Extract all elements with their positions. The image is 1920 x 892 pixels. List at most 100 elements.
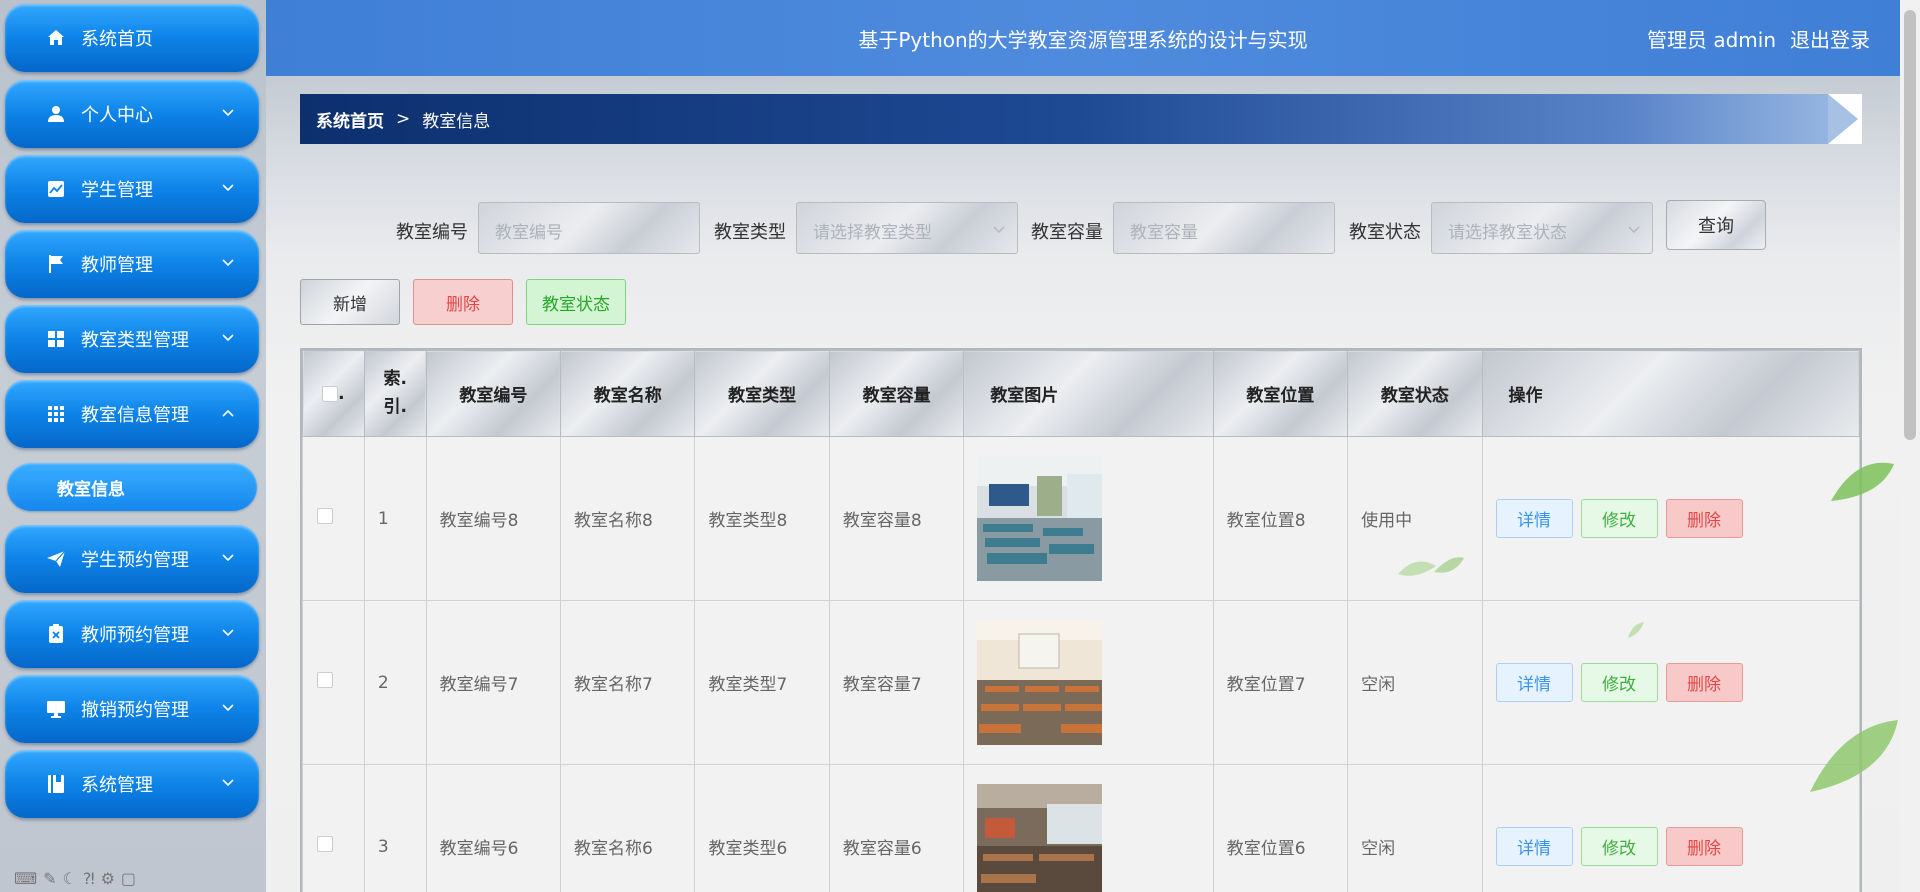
- detail-button[interactable]: 详情: [1495, 827, 1573, 866]
- edit-button[interactable]: 修改: [1580, 499, 1658, 538]
- chevron-down-icon: [222, 259, 234, 267]
- classroom-photo[interactable]: [977, 784, 1103, 892]
- sidebar-item-student-booking[interactable]: 学生预约管理: [5, 525, 259, 593]
- table-row: 1 教室编号8 教室名称8 教室类型8 教室容量8 教室位置8 使用中 详情 修…: [302, 436, 1860, 601]
- scrollbar-thumb[interactable]: [1904, 10, 1916, 440]
- user-icon: [45, 103, 67, 125]
- page-scrollbar[interactable]: [1900, 0, 1920, 892]
- sidebar-item-profile[interactable]: 个人中心: [5, 80, 259, 148]
- sidebar-subitem-room-info[interactable]: 教室信息: [7, 463, 257, 511]
- sidebar-item-room-info[interactable]: 教室信息管理: [5, 380, 259, 448]
- sidebar-item-label: 学生管理: [81, 180, 153, 201]
- moon-icon[interactable]: ☾: [63, 869, 77, 888]
- settings-icon[interactable]: ⚙: [101, 869, 115, 888]
- capacity-cell: 教室容量8: [828, 436, 965, 601]
- row-checkbox[interactable]: [317, 672, 333, 688]
- sidebar-item-cancel-booking[interactable]: 撤销预约管理: [5, 675, 259, 743]
- monitor-icon: [45, 698, 67, 720]
- room-capacity-input[interactable]: 教室容量: [1113, 202, 1335, 254]
- sidebar-item-system[interactable]: 系统管理: [5, 750, 259, 818]
- index-cell: 2: [363, 600, 427, 765]
- sidebar-item-room-types[interactable]: 教室类型管理: [5, 305, 259, 373]
- sidebar-item-label: 系统首页: [81, 29, 153, 50]
- column-header: 教室类型: [694, 350, 830, 437]
- edit-button[interactable]: 修改: [1580, 827, 1658, 866]
- punctuation-icon[interactable]: ⁈: [83, 869, 95, 888]
- query-button[interactable]: 查询: [1666, 200, 1766, 250]
- sidebar-item-label: 教室类型管理: [81, 330, 189, 351]
- room-status-select[interactable]: 请选择教室状态: [1431, 202, 1653, 254]
- room-type-select[interactable]: 请选择教室类型: [796, 202, 1018, 254]
- index-cell: 3: [363, 764, 427, 892]
- code-cell: 教室编号7: [425, 600, 562, 765]
- row-checkbox[interactable]: [317, 508, 333, 524]
- book-icon: [45, 773, 67, 795]
- chevron-up-icon: [222, 409, 234, 417]
- type-cell: 教室类型7: [694, 600, 830, 765]
- sidebar-item-teachers[interactable]: 教师管理: [5, 230, 259, 298]
- classroom-photo[interactable]: [977, 456, 1103, 581]
- breadcrumb-arrow-decoration: [1828, 94, 1862, 144]
- location-cell: 教室位置8: [1212, 436, 1349, 601]
- table-row: 3 教室编号6 教室名称6 教室类型6 教室容量6 教室位置6 空闲 详情 修改…: [302, 764, 1860, 892]
- column-header: 教室容量: [828, 350, 965, 437]
- index-header-line1: 索.: [383, 369, 407, 390]
- image-cell: [963, 600, 1214, 765]
- name-cell: 教室名称8: [560, 436, 696, 601]
- menu-icon[interactable]: ▢: [121, 869, 136, 888]
- breadcrumb-home[interactable]: 系统首页: [316, 107, 384, 132]
- top-header: 基于Python的大学教室资源管理系统的设计与实现 管理员 admin 退出登录: [266, 0, 1900, 76]
- chevron-down-icon: [222, 629, 234, 637]
- leaf-decoration: [1831, 462, 1894, 501]
- chevron-down-icon: [222, 184, 234, 192]
- add-button[interactable]: 新增: [300, 279, 400, 325]
- input-method-toolbar: ⌨ ✎ ☾ ⁈ ⚙ ▢: [0, 864, 200, 892]
- detail-button[interactable]: 详情: [1495, 499, 1573, 538]
- operations-cell: 详情 修改 删除: [1481, 764, 1860, 892]
- chevron-down-icon: [222, 704, 234, 712]
- image-cell: [963, 764, 1214, 892]
- row-checkbox[interactable]: [317, 836, 333, 852]
- column-header: 教室编号: [425, 350, 562, 437]
- table-header-row: . 索. 引. 教室编号 教室名称 教室类型 教室容量 教室图片 教室位置 教室…: [302, 350, 1860, 437]
- delete-button[interactable]: 删除: [1665, 499, 1743, 538]
- sidebar-item-label: 教师预约管理: [81, 625, 189, 646]
- chevron-down-icon: [1628, 226, 1640, 233]
- sidebar-item-students[interactable]: 学生管理: [5, 155, 259, 223]
- detail-button[interactable]: 详情: [1495, 663, 1573, 702]
- location-cell: 教室位置6: [1212, 764, 1349, 892]
- sidebar-item-label: 撤销预约管理: [81, 700, 189, 721]
- sidebar-item-home[interactable]: 系统首页: [5, 4, 259, 72]
- index-cell: 1: [363, 436, 427, 601]
- room-status-placeholder: 请选择教室状态: [1448, 223, 1567, 243]
- batch-delete-button[interactable]: 删除: [413, 279, 513, 325]
- send-icon: [45, 548, 67, 570]
- logout-link[interactable]: 退出登录: [1790, 24, 1870, 53]
- sidebar-item-teacher-booking[interactable]: 教师预约管理: [5, 600, 259, 668]
- room-code-placeholder: 教室编号: [495, 223, 563, 243]
- operations-cell: 详情 修改 删除: [1481, 436, 1860, 601]
- chevron-down-icon: [993, 226, 1005, 233]
- apps-icon: [45, 403, 67, 425]
- sidebar-item-label: 个人中心: [81, 105, 153, 126]
- select-all-checkbox[interactable]: [322, 385, 339, 402]
- delete-button[interactable]: 删除: [1665, 663, 1743, 702]
- room-type-label: 教室类型: [714, 222, 786, 243]
- user-label: 管理员 admin: [1646, 28, 1776, 52]
- delete-button[interactable]: 删除: [1665, 827, 1743, 866]
- capacity-cell: 教室容量7: [828, 600, 965, 765]
- keyboard-icon[interactable]: ⌨: [14, 869, 37, 888]
- edit-button[interactable]: 修改: [1580, 663, 1658, 702]
- row-select-cell: [302, 600, 365, 765]
- dict-icon[interactable]: ✎: [43, 869, 56, 888]
- sidebar-item-label: 教师管理: [81, 255, 153, 276]
- classroom-photo[interactable]: [977, 620, 1103, 745]
- flag-icon: [45, 253, 67, 275]
- name-cell: 教室名称6: [560, 764, 696, 892]
- sidebar-item-label: 系统管理: [81, 775, 153, 796]
- room-code-input[interactable]: 教室编号: [478, 202, 700, 254]
- room-status-button[interactable]: 教室状态: [526, 279, 626, 325]
- location-cell: 教室位置7: [1212, 600, 1349, 765]
- chart-icon: [45, 178, 67, 200]
- breadcrumb-current: 教室信息: [422, 111, 491, 132]
